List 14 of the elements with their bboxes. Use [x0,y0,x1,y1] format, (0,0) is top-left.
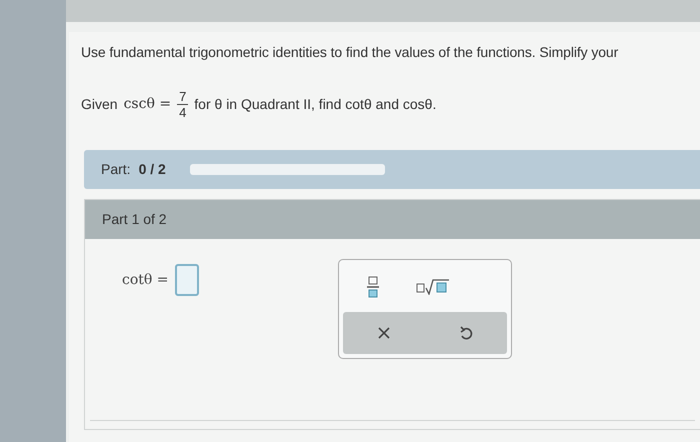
part-count: 0 / 2 [138,160,166,179]
given-label: Given [81,95,118,114]
part-header: Part 1 of 2 [102,210,167,229]
fraction-icon [366,276,380,298]
math-expression: cscθ = [124,95,172,114]
undo-icon [459,325,473,341]
equation-label: cotθ = [122,271,169,290]
given-text: for θ in Quadrant II, find cotθ and cosθ. [194,95,436,114]
fraction: 7 4 [177,89,188,120]
root-icon [416,279,450,295]
answer-input[interactable] [174,264,199,296]
instruction-text: Use fundamental trigonometric identities to find the values of the functions. Simplify your [81,43,618,62]
close-icon [377,326,391,340]
part-label: Part: [101,160,131,179]
